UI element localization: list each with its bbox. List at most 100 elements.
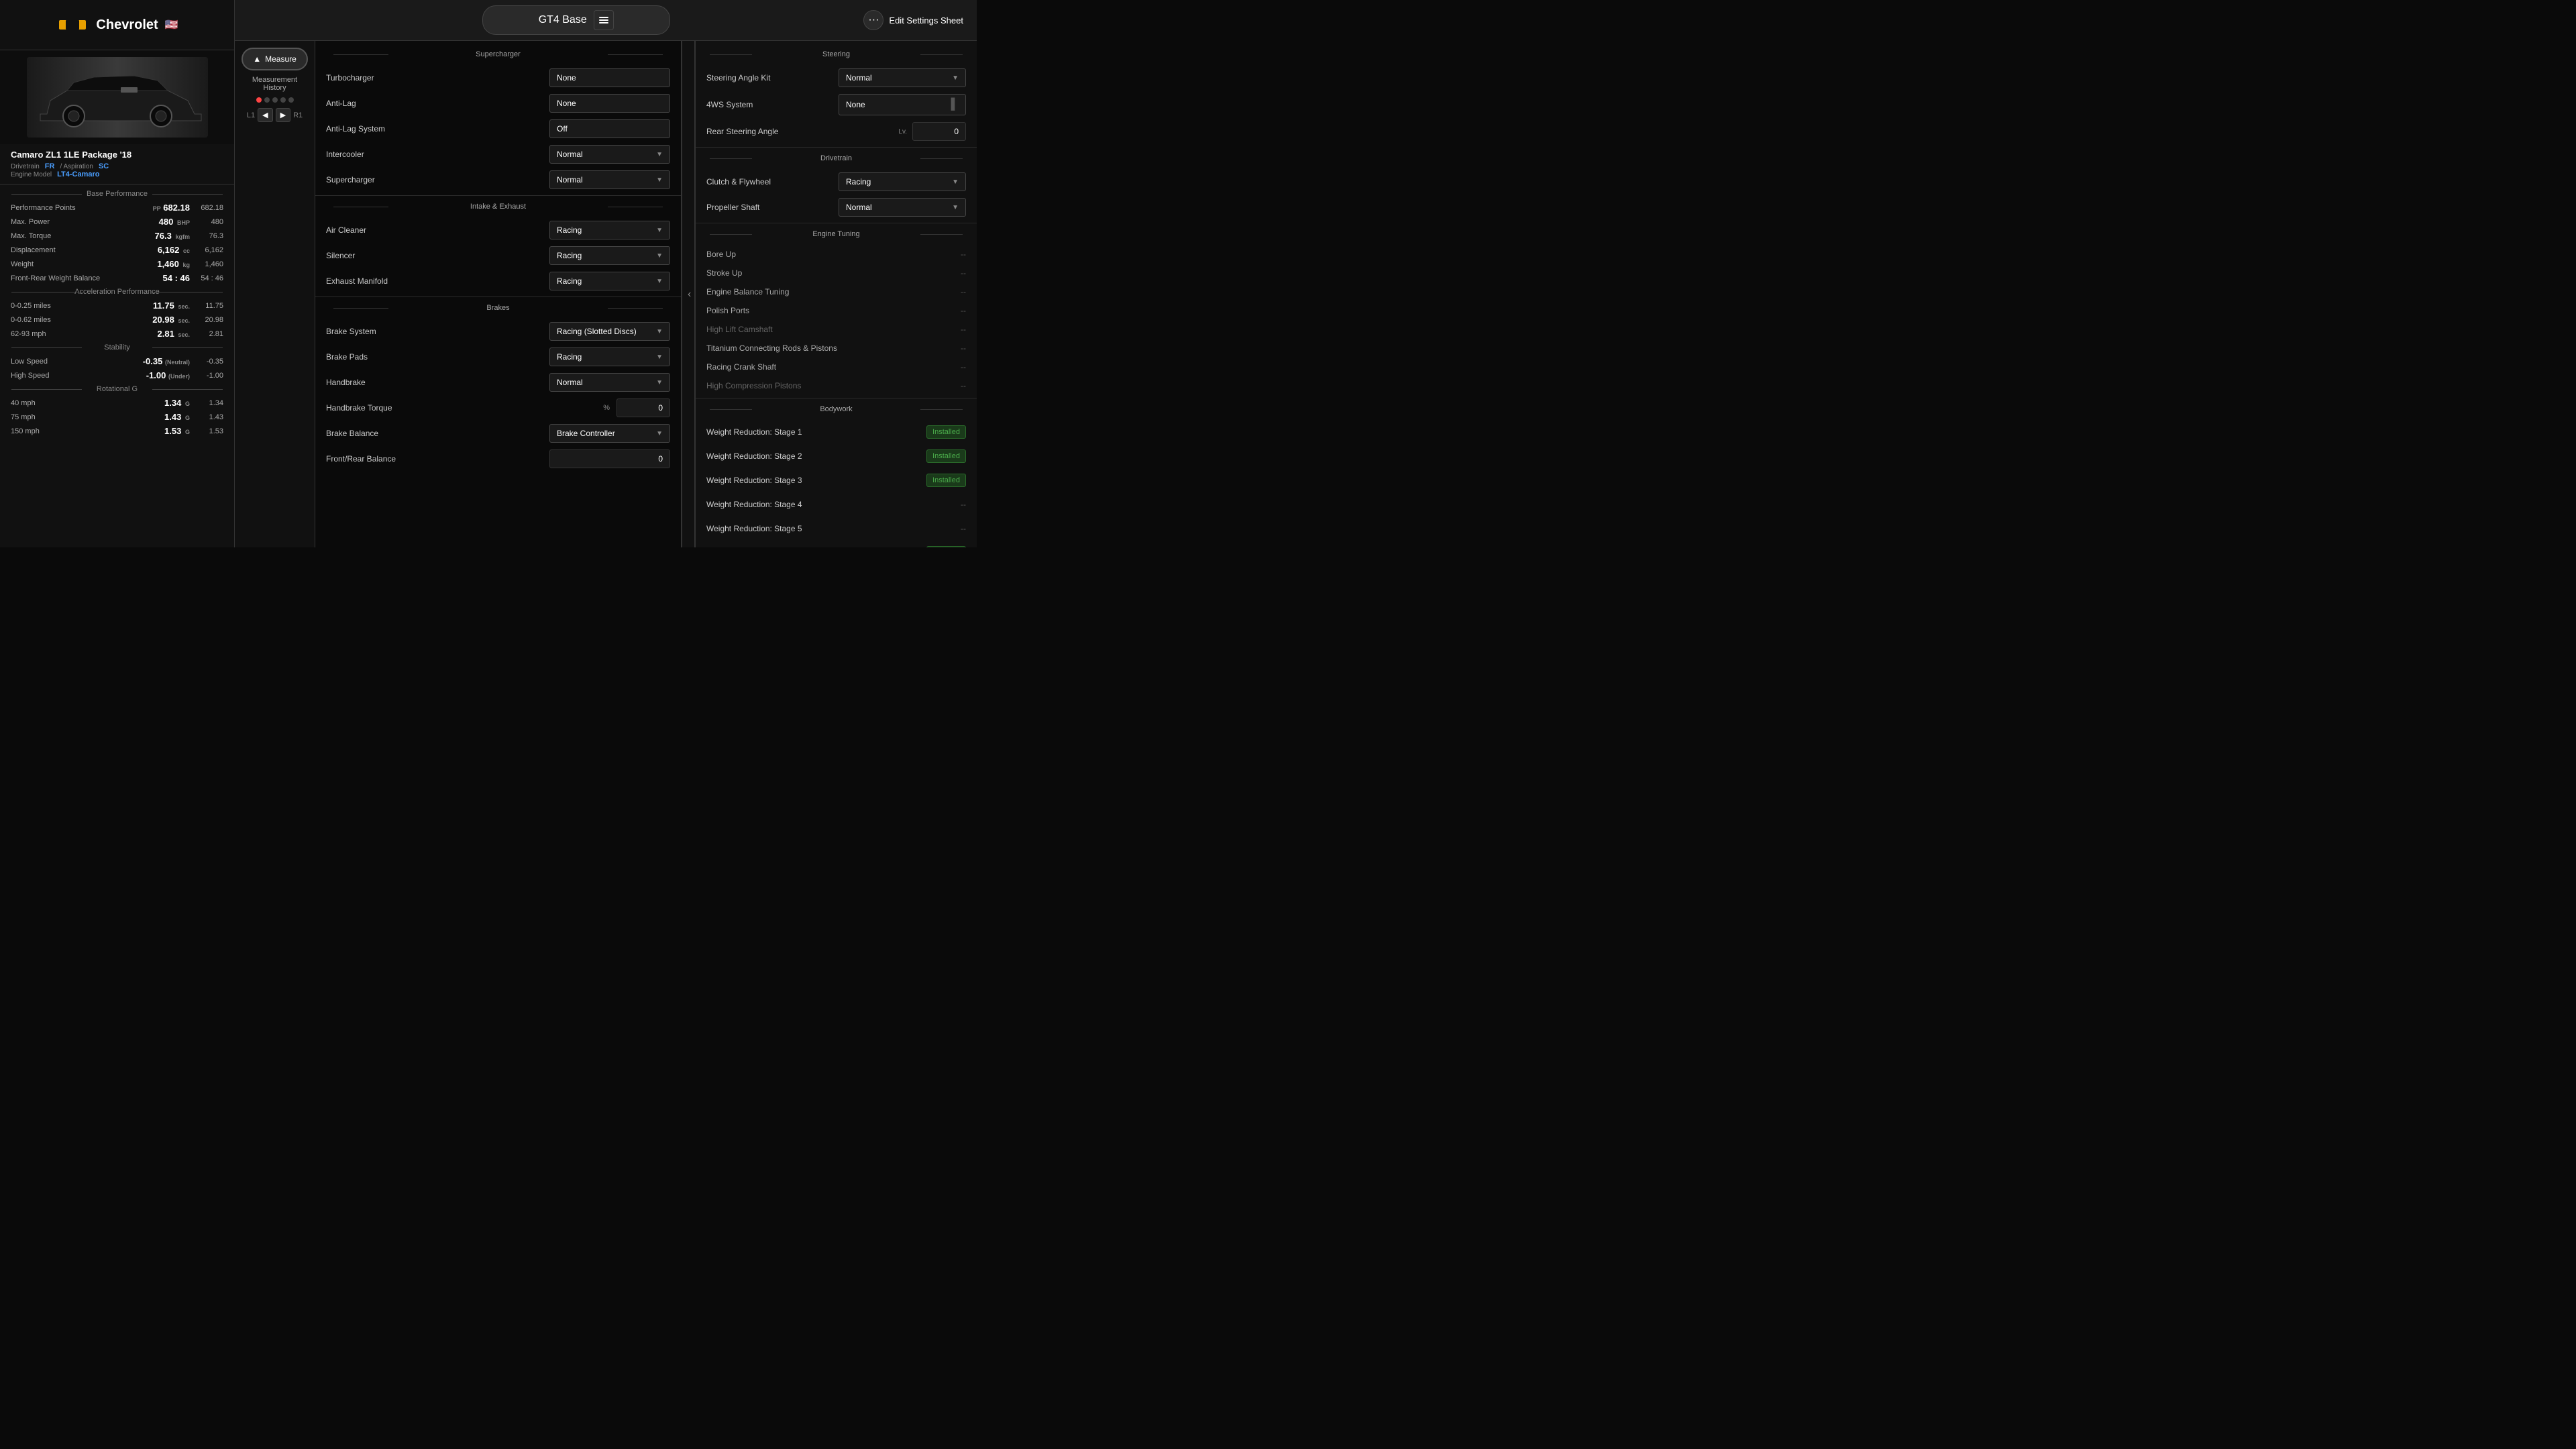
divider-3	[696, 147, 977, 148]
stage3-row: Weight Reduction: Stage 3 Installed	[696, 468, 977, 492]
exhaust-dropdown[interactable]: Racing ▼	[549, 272, 670, 290]
displacement-compare: 6,162	[190, 246, 223, 254]
measure-history-title: Measurement History	[241, 76, 308, 92]
more-options-btn[interactable]: ···	[863, 10, 883, 30]
stage2-badge: Installed	[926, 449, 966, 463]
handbrake-torque-row: Handbrake Torque % 0	[315, 395, 681, 421]
antilag-control: None	[549, 94, 670, 113]
supercharger-row: Supercharger Normal ▼	[315, 167, 681, 193]
rear-angle-value[interactable]: 0	[912, 122, 966, 141]
supercharger-dropdown[interactable]: Normal ▼	[549, 170, 670, 189]
handbrake-torque-value[interactable]: 0	[616, 398, 670, 417]
four-ws-dropdown[interactable]: None ▌	[839, 94, 966, 115]
s150-compare: 1.53	[190, 427, 223, 435]
brand-header: Chevrolet 🇺🇸	[0, 0, 234, 50]
settings-area: Supercharger Turbocharger None Anti-Lag …	[315, 41, 977, 547]
angle-kit-row: Steering Angle Kit Normal ▼	[696, 65, 977, 91]
stage5-value: --	[961, 524, 966, 533]
air-cleaner-value: Racing	[557, 225, 582, 235]
pp-value: PP 682.18	[150, 203, 190, 213]
measure-button[interactable]: ▲ Measure	[241, 48, 308, 70]
clutch-arrow: ▼	[952, 178, 959, 186]
antilag-system-dropdown[interactable]: Off	[549, 119, 670, 138]
propeller-dropdown[interactable]: Normal ▼	[839, 198, 966, 217]
front-rear-value[interactable]: 0	[549, 449, 670, 468]
aspiration-label: / Aspiration	[60, 163, 93, 170]
handbrake-dropdown[interactable]: Normal ▼	[549, 373, 670, 392]
engine-label: Engine Model	[11, 171, 52, 178]
flag-icon: 🇺🇸	[165, 18, 178, 32]
brake-balance-arrow: ▼	[656, 430, 663, 437]
s40-value: 1.34 G	[150, 398, 190, 408]
s40-row: 40 mph 1.34 G 1.34	[0, 396, 234, 410]
car-selector[interactable]: GT4 Base	[482, 5, 670, 35]
brake-pads-dropdown[interactable]: Racing ▼	[549, 347, 670, 366]
quarter-compare: 11.75	[190, 302, 223, 310]
left-panel: Chevrolet 🇺🇸	[0, 0, 235, 547]
next-btn[interactable]: ▶	[276, 108, 290, 122]
four-ws-row: 4WS System None ▌	[696, 91, 977, 119]
top-bar: GT4 Base ··· Edit Settings Sheet	[235, 0, 977, 41]
titanium-value: --	[961, 343, 966, 353]
clutch-dropdown[interactable]: Racing ▼	[839, 172, 966, 191]
stage2-label: Weight Reduction: Stage 2	[706, 451, 926, 461]
steering-title: Steering	[696, 46, 977, 62]
power-label: Max. Power	[11, 218, 150, 226]
s75-compare: 1.43	[190, 413, 223, 421]
prev-btn[interactable]: ◀	[258, 108, 272, 122]
antilag-system-label: Anti-Lag System	[326, 124, 549, 133]
intercooler-value: Normal	[557, 150, 583, 159]
stage4-label: Weight Reduction: Stage 4	[706, 500, 961, 509]
stage1-row: Weight Reduction: Stage 1 Installed	[696, 420, 977, 444]
stage4-value: --	[961, 500, 966, 509]
angle-kit-dropdown[interactable]: Normal ▼	[839, 68, 966, 87]
compression-value: --	[961, 381, 966, 390]
brake-balance-value: Brake Controller	[557, 429, 615, 438]
measure-dots	[256, 97, 294, 103]
high-speed-label: High Speed	[11, 372, 146, 380]
brake-pads-control: Racing ▼	[549, 347, 670, 366]
s75-value: 1.43 G	[150, 412, 190, 422]
brake-balance-row: Brake Balance Brake Controller ▼	[315, 421, 681, 446]
drivetrain-title: Drivetrain	[696, 150, 977, 166]
propeller-arrow: ▼	[952, 204, 959, 211]
edit-settings-area: ··· Edit Settings Sheet	[863, 10, 963, 30]
front-rear-row: Front/Rear Balance 0	[315, 446, 681, 472]
handbrake-control: Normal ▼	[549, 373, 670, 392]
silencer-dropdown[interactable]: Racing ▼	[549, 246, 670, 265]
torque-value: 76.3 kgfm	[150, 231, 190, 241]
engine-balance-row: Engine Balance Tuning --	[696, 282, 977, 301]
brand-name: Chevrolet	[96, 17, 158, 33]
low-speed-value: -0.35 (Neutral)	[143, 356, 190, 366]
turbocharger-dropdown[interactable]: None	[549, 68, 670, 87]
sprint-row: 62-93 mph 2.81 sec. 2.81	[0, 327, 234, 341]
polish-row: Polish Ports --	[696, 301, 977, 320]
l1-label: L1	[247, 111, 255, 119]
propeller-value: Normal	[846, 203, 872, 212]
titanium-label: Titanium Connecting Rods & Pistons	[706, 343, 961, 353]
air-cleaner-row: Air Cleaner Racing ▼	[315, 217, 681, 243]
crank-label: Racing Crank Shaft	[706, 362, 961, 372]
half-compare: 20.98	[190, 316, 223, 324]
s40-compare: 1.34	[190, 399, 223, 407]
brake-balance-dropdown[interactable]: Brake Controller ▼	[549, 424, 670, 443]
turbocharger-row: Turbocharger None	[315, 65, 681, 91]
collapse-toggle[interactable]: ‹	[682, 41, 695, 547]
selector-menu-btn[interactable]	[594, 10, 614, 30]
car-specs-basic: Camaro ZL1 1LE Package '18 Drivetrain FR…	[0, 144, 234, 184]
brake-system-dropdown[interactable]: Racing (Slotted Discs) ▼	[549, 322, 670, 341]
intercooler-dropdown[interactable]: Normal ▼	[549, 145, 670, 164]
silencer-label: Silencer	[326, 251, 549, 260]
antilag-system-control: Off	[549, 119, 670, 138]
antilag-dropdown[interactable]: None	[549, 94, 670, 113]
half-row: 0-0.62 miles 20.98 sec. 20.98	[0, 313, 234, 327]
lv-label: Lv.	[898, 128, 907, 136]
brake-system-control: Racing (Slotted Discs) ▼	[549, 322, 670, 341]
brake-pads-arrow: ▼	[656, 354, 663, 361]
perf-section-title: Base Performance	[0, 187, 234, 201]
rear-angle-row: Rear Steering Angle Lv. 0	[696, 119, 977, 144]
pp-label: Performance Points	[11, 204, 150, 212]
stats-section: Base Performance Performance Points PP 6…	[0, 184, 234, 547]
rigidity-row: Increase Body Rigidity Installed	[696, 541, 977, 547]
air-cleaner-dropdown[interactable]: Racing ▼	[549, 221, 670, 239]
